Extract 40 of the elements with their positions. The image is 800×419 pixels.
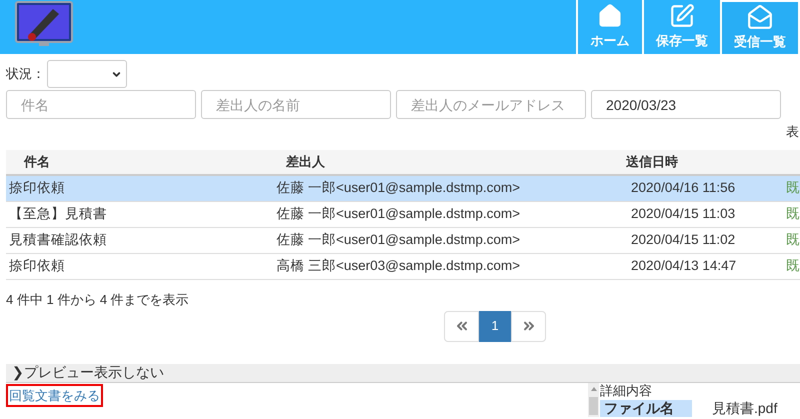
envelope-icon (747, 4, 773, 30)
column-header: 送信日時 (626, 154, 678, 170)
column-header: 件名 (24, 154, 50, 170)
search-field[interactable]: 差出人の名前 (201, 90, 391, 119)
status-label: 状況： (6, 65, 45, 84)
table-cell: 捺印依頼 (9, 180, 65, 196)
search-field[interactable]: 差出人のメールアドレス (396, 90, 586, 119)
table-cell: 高橋 三郎<user03@sample.dstmp.com> (276, 258, 520, 274)
table-cell-text: 既 (786, 231, 800, 250)
preview-toggle-bar[interactable]: ❯プレビュー表示しない (6, 364, 800, 382)
table-cell-text: 既 (786, 257, 800, 276)
last-page-button[interactable] (511, 310, 546, 342)
table-cell: 2020/04/16 11:56 (631, 180, 736, 196)
logo-icon (15, 1, 73, 47)
first-page-button[interactable] (444, 310, 479, 342)
page-button[interactable]: 1 (479, 310, 511, 342)
table-cell-text: 既 (786, 205, 800, 224)
table-cell: 2020/04/15 11:03 (631, 206, 736, 222)
column-header: 差出人 (286, 154, 325, 170)
table-cell: 捺印依頼 (9, 258, 65, 274)
table-cell: 見積書確認依頼 (9, 232, 107, 248)
table-cell: 佐藤 一郎<user01@sample.dstmp.com> (276, 206, 520, 222)
result-summary: 4 件中 1 件から 4 件までを表示 (6, 292, 189, 307)
display-label: 表 (786, 123, 799, 140)
table-cell: 【至急】見積書 (9, 206, 107, 222)
pencil-square-icon (669, 3, 695, 30)
table-cell: 佐藤 一郎<user01@sample.dstmp.com> (276, 232, 520, 248)
table-cell: 2020/04/15 11:02 (631, 232, 736, 248)
field-value: 見積書.pdf (712, 400, 778, 416)
field-label: ファイル名 (600, 400, 692, 416)
search-field[interactable]: 件名 (6, 90, 196, 119)
details-title: 詳細内容 (600, 382, 653, 398)
table-cell: 2020/04/13 14:47 (631, 258, 736, 274)
view-document-link[interactable]: 回覧文書をみる (6, 384, 103, 407)
table-cell-text: 既 (786, 179, 800, 198)
search-field[interactable]: 2020/03/23 (591, 90, 781, 119)
table-cell: 佐藤 一郎<user01@sample.dstmp.com> (276, 180, 520, 196)
home-icon (597, 3, 623, 30)
message-row[interactable]: 捺印依頼 佐藤 一郎<user01@sample.dstmp.com> 2020/04/16 11:56 既 (6, 176, 800, 202)
scrollbar (588, 382, 599, 416)
